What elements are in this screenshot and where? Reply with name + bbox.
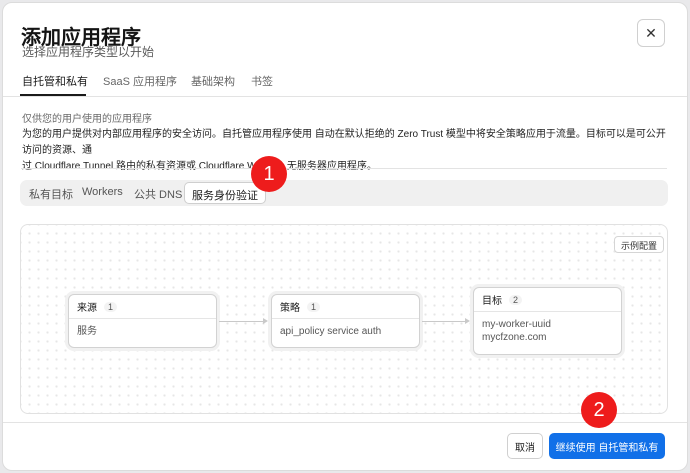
source-node-body: 服务 <box>69 319 216 344</box>
tab-self-hosted-private[interactable]: 自托管和私有 <box>22 73 88 89</box>
segment-service-auth[interactable]: 服务身份验证 <box>184 182 266 204</box>
target-node-count: 2 <box>509 294 523 305</box>
arrow-head-2 <box>465 318 470 324</box>
arrow-head-1 <box>263 318 268 324</box>
target-node-header: 目标 2 <box>474 288 621 312</box>
policy-node-title: 策略 <box>280 303 300 314</box>
annotation-marker-2: 2 <box>581 392 617 428</box>
source-node-header: 来源 1 <box>69 295 216 319</box>
target-node-body: my-worker-uuid mycfzone.com <box>474 312 621 350</box>
target-node: 目标 2 my-worker-uuid mycfzone.com <box>473 287 622 355</box>
source-item: 服务 <box>77 326 97 337</box>
app-type-tabs: 自托管和私有 SaaS 应用程序 基础架构 书签 <box>3 65 687 97</box>
source-node: 来源 1 服务 <box>68 294 217 348</box>
policy-item: api_policy service auth <box>280 326 382 337</box>
tab-bookmarks[interactable]: 书签 <box>251 73 273 89</box>
annotation-marker-1: 1 <box>251 156 287 192</box>
section-divider <box>21 168 667 169</box>
connector-source-policy <box>219 321 263 322</box>
target-item-zone: mycfzone.com <box>482 332 547 343</box>
tab-saas[interactable]: SaaS 应用程序 <box>103 73 177 89</box>
policy-node-header: 策略 1 <box>272 295 419 319</box>
connector-policy-target <box>422 321 465 322</box>
sample-config-button[interactable]: 示例配置 <box>614 236 665 253</box>
description-heading: 仅供您的用户使用的应用程序 <box>22 114 152 125</box>
policy-node: 策略 1 api_policy service auth <box>271 294 420 348</box>
close-button[interactable]: ✕ <box>637 19 665 47</box>
target-item-worker: my-worker-uuid <box>482 319 551 330</box>
segment-public-dns[interactable]: 公共 DNS <box>134 186 182 202</box>
cancel-button[interactable]: 取消 <box>507 433 543 459</box>
close-icon: ✕ <box>645 24 657 41</box>
policy-node-count: 1 <box>307 301 321 312</box>
continue-button[interactable]: 继续使用 自托管和私有 <box>549 433 665 459</box>
tab-infrastructure[interactable]: 基础架构 <box>191 73 235 89</box>
segment-workers[interactable]: Workers <box>82 186 123 198</box>
segment-private-targets[interactable]: 私有目标 <box>29 186 73 202</box>
subtype-segmented-control: 私有目标 Workers 公共 DNS 服务身份验证 <box>20 180 668 206</box>
policy-node-body: api_policy service auth <box>272 319 419 344</box>
source-node-count: 1 <box>104 301 118 312</box>
description-line-1: 为您的用户提供对内部应用程序的安全访问。自托管应用程序使用 自动在默认拒绝的 Z… <box>22 129 666 156</box>
flow-diagram-canvas: 示例配置 来源 1 服务 策略 1 api_policy service aut… <box>20 224 668 414</box>
target-node-title: 目标 <box>482 296 502 307</box>
description-line-2: 过 Cloudflare Tunnel 路由的私有资源或 Cloudflare … <box>22 161 377 172</box>
source-node-title: 来源 <box>77 303 97 314</box>
dialog-subtitle: 选择应用程序类型以开始 <box>22 45 155 59</box>
active-tab-indicator <box>20 94 86 96</box>
